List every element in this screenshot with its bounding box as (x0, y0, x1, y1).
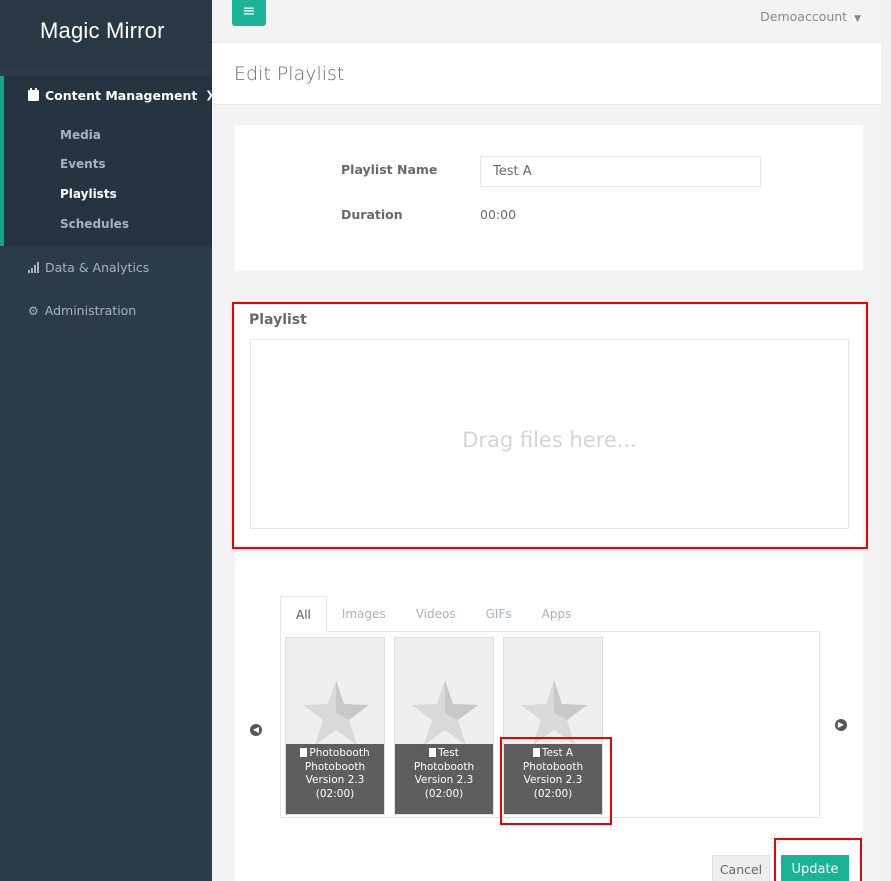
playlist-name-label: Playlist Name (341, 162, 438, 177)
sidebar-item-schedules[interactable]: Schedules (60, 217, 129, 231)
brand-logo[interactable]: Magic Mirror (0, 0, 212, 70)
sidebar-item-playlists[interactable]: Playlists (60, 187, 117, 201)
highlight-card (500, 737, 612, 825)
calendar-icon (28, 88, 39, 101)
nav-administration[interactable]: ⚙ Administration (28, 303, 136, 318)
card-line1: Photobooth (304, 760, 366, 773)
card-title: Test (438, 747, 459, 759)
highlight-update (774, 838, 862, 881)
media-card-caption: Test Photobooth Version 2.3 (02:00) (395, 744, 493, 814)
card-line1: Photobooth (413, 760, 475, 773)
arrow-left-icon[interactable]: ◀ (250, 724, 262, 736)
tab-all[interactable]: All (280, 596, 327, 632)
media-tabs: All Images Videos GIFs Apps (280, 596, 586, 632)
nav-data-analytics[interactable]: Data & Analytics (28, 260, 198, 275)
scrollbar[interactable] (881, 0, 891, 881)
highlight-dropzone (232, 302, 868, 549)
account-menu[interactable]: Demoaccount ▼ (760, 9, 861, 24)
tab-apps[interactable]: Apps (527, 596, 587, 632)
duration-value: 00:00 (480, 207, 517, 222)
hamburger-icon[interactable]: ≡ (232, 0, 266, 26)
media-card-caption: Photobooth Photobooth Version 2.3 (02:00… (286, 744, 384, 814)
playlist-info-box (235, 125, 863, 270)
file-icon (429, 748, 437, 757)
card-line2: Version 2.3 (305, 774, 365, 786)
cancel-button[interactable]: Cancel (712, 855, 770, 881)
card-line2: Version 2.3 (414, 774, 474, 786)
sidebar-item-media[interactable]: Media (60, 128, 101, 142)
nav-administration-label: Administration (44, 303, 137, 318)
page-title: Edit Playlist (234, 63, 345, 85)
page-heading: Edit Playlist (212, 43, 891, 105)
sidebar-item-events[interactable]: Events (60, 157, 106, 171)
top-navbar: ≡ Demoaccount ▼ (212, 0, 891, 43)
bar-chart-icon (28, 262, 39, 273)
nav-content-management-label: Content Management (45, 88, 198, 103)
gear-icon: ⚙ (28, 303, 39, 318)
nav-content-management[interactable]: Content Management ❯ (28, 88, 214, 103)
caret-down-icon: ▼ (854, 14, 861, 24)
card-duration: (02:00) (315, 787, 355, 800)
duration-label: Duration (341, 207, 403, 222)
card-duration: (02:00) (424, 787, 464, 800)
playlist-name-input[interactable]: Test A (480, 156, 761, 187)
nav-data-analytics-label: Data & Analytics (45, 260, 150, 275)
account-name: Demoaccount (760, 9, 848, 24)
tab-gifs[interactable]: GIFs (471, 596, 527, 632)
tab-images[interactable]: Images (327, 596, 401, 632)
media-card-test[interactable]: APP Test Photobooth Version 2.3 (02:00) (394, 637, 494, 815)
arrow-right-icon[interactable]: ▶ (835, 719, 847, 731)
tab-videos[interactable]: Videos (401, 596, 471, 632)
file-icon (300, 748, 308, 757)
media-card-photobooth[interactable]: APP Photobooth Photobooth Version 2.3 (0… (285, 637, 385, 815)
card-title: Photobooth (309, 747, 370, 759)
